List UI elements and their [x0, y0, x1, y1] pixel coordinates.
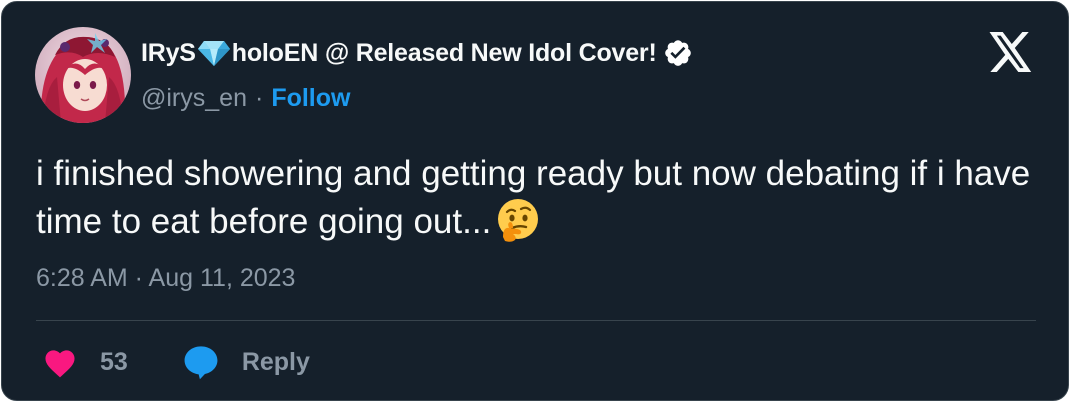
tweet-actions: 53 Reply — [42, 342, 310, 382]
tweet-card: IRyS holoEN @ Released New Idol Cover! @… — [1, 1, 1069, 401]
reply-bubble-icon[interactable] — [182, 344, 220, 380]
author-name-row[interactable]: IRyS holoEN @ Released New Idol Cover! — [141, 35, 693, 71]
reply-button[interactable]: Reply — [242, 348, 310, 377]
tweet-body: i finished showering and getting ready b… — [36, 150, 1046, 245]
separator-dot: · — [254, 83, 264, 112]
verified-badge-icon — [664, 40, 691, 66]
avatar[interactable] — [35, 27, 131, 123]
avatar-image — [35, 27, 131, 123]
author-handle[interactable]: @irys_en — [141, 84, 247, 113]
author-name-part1: IRyS — [141, 38, 196, 67]
author-name-part2: holoEN @ Released New Idol Cover! — [231, 38, 657, 67]
thinking-face-emoji-icon — [498, 199, 539, 242]
tweet-timestamp[interactable]: 6:28 AM · Aug 11, 2023 — [36, 264, 295, 293]
follow-button[interactable]: Follow — [271, 84, 350, 113]
divider — [36, 320, 1036, 321]
like-count: 53 — [100, 347, 128, 376]
handle-row: @irys_en · Follow — [141, 81, 350, 115]
gem-emoji-icon — [197, 41, 230, 66]
x-logo-icon[interactable] — [989, 32, 1033, 72]
heart-icon[interactable] — [42, 346, 78, 378]
